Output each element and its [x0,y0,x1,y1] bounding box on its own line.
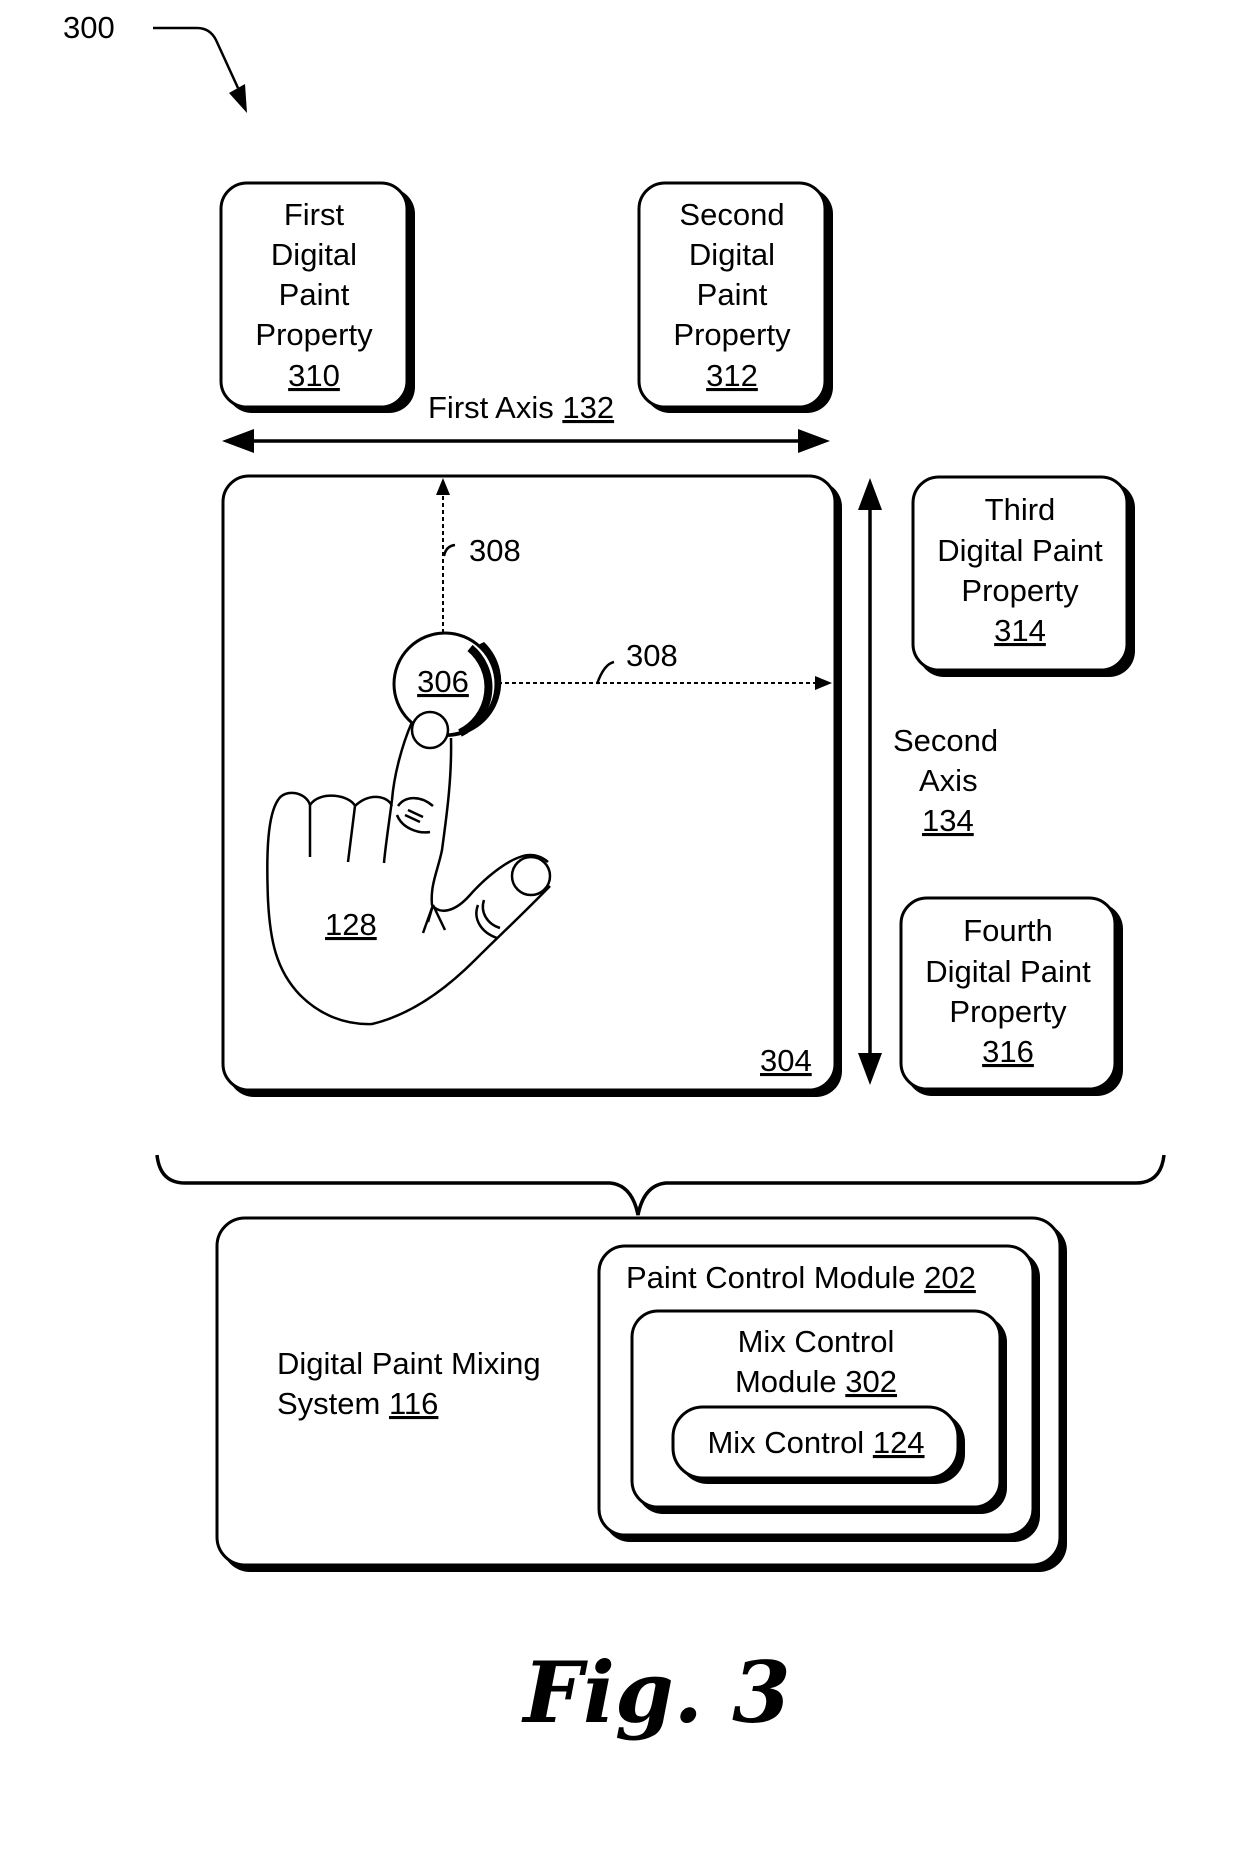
paint-control-module-ref: 202 [924,1260,976,1295]
property-310-ref: 310 [288,358,340,393]
mix-control-module-label-line-1: Mix Control [738,1324,895,1359]
property-310-line-1: First [284,197,345,232]
property-314-line-3: Property [961,573,1079,608]
mix-control-module-label-line-2: Module 302 [735,1364,897,1399]
grouping-brace [155,1154,1166,1216]
third-digital-paint-property-box: Third Digital Paint Property 314 [911,475,1135,677]
figure-ref-number: 300 [63,10,115,45]
second-axis-ref: 134 [922,803,974,838]
property-310-line-4: Property [255,317,373,352]
mix-control-module-ref: 302 [845,1364,897,1399]
mix-control-ref: 124 [873,1425,925,1460]
first-digital-paint-property-box: First Digital Paint Property 310 [219,181,415,413]
property-316-line-1: Fourth [963,913,1053,948]
property-314-ref: 314 [994,613,1046,648]
property-314-line-2: Digital Paint [937,533,1103,568]
figure-caption: Fig. 3 [521,1643,790,1742]
system-label-line-2: System 116 [277,1386,438,1421]
second-axis-label: Second Axis 134 [893,723,998,838]
property-312-line-4: Property [673,317,791,352]
figure-3-diagram: 300 First Digital Paint Property 310 Sec… [63,10,1166,1742]
mix-control-box: Mix Control 124 [671,1405,965,1484]
property-312-line-3: Paint [697,277,768,312]
figure-ref-leader-arrow [153,26,247,113]
first-axis-label: First Axis 132 [428,390,614,425]
system-label-line-1: Digital Paint Mixing [277,1346,541,1381]
second-digital-paint-property-box: Second Digital Paint Property 312 [637,181,833,413]
second-axis-label-line-2: Axis [919,763,978,798]
canvas-ref: 304 [760,1043,812,1078]
property-314-line-1: Third [985,492,1056,527]
property-312-line-2: Digital [689,237,775,272]
property-316-ref: 316 [982,1034,1034,1069]
property-316-line-2: Digital Paint [925,954,1091,989]
hand-ref: 128 [325,907,377,942]
second-axis-arrow [858,478,882,1085]
canvas-304-box: 304 [221,474,842,1097]
touch-point-ref: 306 [417,664,469,699]
vertical-movement-ref: 308 [469,533,521,568]
first-axis-ref: 132 [562,390,614,425]
mix-control-label: Mix Control 124 [707,1425,924,1460]
property-310-line-3: Paint [279,277,350,312]
property-312-ref: 312 [706,358,758,393]
horizontal-movement-ref: 308 [626,638,678,673]
system-ref: 116 [389,1386,438,1421]
property-316-line-3: Property [949,994,1067,1029]
fourth-digital-paint-property-box: Fourth Digital Paint Property 316 [899,896,1123,1096]
paint-control-module-label: Paint Control Module 202 [626,1260,976,1295]
second-axis-label-line-1: Second [893,723,998,758]
property-310-line-2: Digital [271,237,357,272]
property-312-line-1: Second [679,197,784,232]
first-axis-arrow [222,429,830,453]
